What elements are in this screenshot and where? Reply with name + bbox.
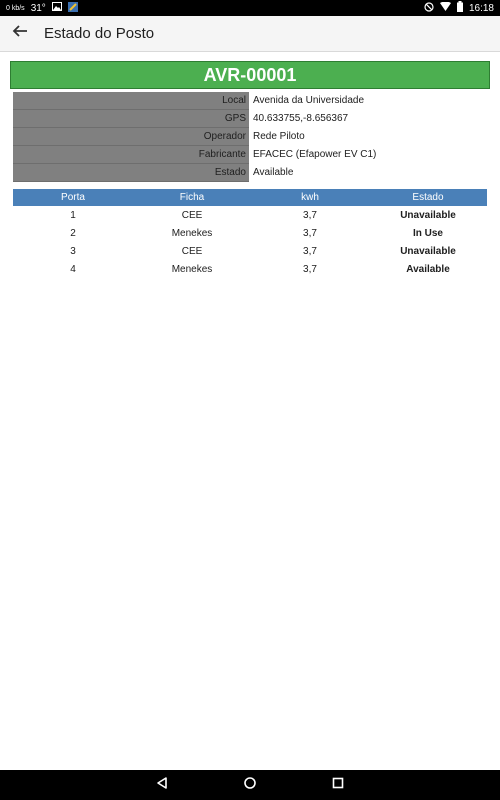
app-notification-icon bbox=[67, 1, 78, 15]
back-arrow-icon bbox=[12, 23, 28, 44]
info-row-estado: Estado Available bbox=[13, 164, 488, 182]
port-kwh: 3,7 bbox=[303, 263, 317, 275]
battery-icon bbox=[456, 1, 463, 15]
image-notification-icon bbox=[51, 2, 62, 14]
clock: 16:18 bbox=[468, 2, 494, 14]
column-header-porta: Porta bbox=[13, 189, 133, 206]
table-row: 4 Menekes 3,7 Available bbox=[13, 260, 487, 278]
nav-recents-button[interactable] bbox=[326, 773, 350, 797]
triangle-back-icon bbox=[155, 776, 169, 795]
info-row-fabricante: Fabricante EFACEC (Efapower EV C1) bbox=[13, 146, 488, 164]
circle-home-icon bbox=[243, 776, 257, 795]
page-title: Estado do Posto bbox=[44, 25, 155, 42]
port-status: In Use bbox=[412, 227, 443, 239]
ports-table: Porta Ficha kwh Estado 1 CEE 3,7 Unavail… bbox=[13, 189, 487, 278]
info-label: Operador bbox=[13, 128, 249, 146]
port-number: 3 bbox=[70, 245, 76, 257]
nav-home-button[interactable] bbox=[238, 773, 262, 797]
port-kwh: 3,7 bbox=[303, 209, 317, 221]
table-row: 2 Menekes 3,7 In Use bbox=[13, 224, 487, 242]
app-screen: 0 kb/s 31° 16:18 Estado do Posto AVR-000… bbox=[0, 0, 500, 800]
port-status: Unavailable bbox=[400, 245, 456, 257]
nav-back-button[interactable] bbox=[150, 773, 174, 797]
app-bar: Estado do Posto bbox=[0, 16, 500, 52]
info-value: Available bbox=[253, 167, 294, 178]
port-kwh: 3,7 bbox=[303, 227, 317, 239]
port-status: Unavailable bbox=[400, 209, 456, 221]
info-label: Fabricante bbox=[13, 146, 249, 164]
info-row-local: Local Avenida da Universidade bbox=[13, 92, 488, 110]
ports-header-row: Porta Ficha kwh Estado bbox=[13, 189, 487, 206]
network-speed: 0 kb/s bbox=[6, 4, 25, 12]
square-recents-icon bbox=[331, 776, 345, 795]
wifi-icon bbox=[439, 1, 451, 14]
info-row-gps: GPS 40.633755,-8.656367 bbox=[13, 110, 488, 128]
port-plug: Menekes bbox=[171, 263, 213, 275]
table-row: 1 CEE 3,7 Unavailable bbox=[13, 206, 487, 224]
station-id-header: AVR-00001 bbox=[10, 61, 490, 89]
system-navigation-bar bbox=[0, 770, 500, 800]
status-bar: 0 kb/s 31° 16:18 bbox=[0, 0, 500, 16]
port-number: 1 bbox=[70, 209, 76, 221]
info-label: GPS bbox=[13, 110, 249, 128]
station-info-table: Local Avenida da Universidade GPS 40.633… bbox=[13, 92, 488, 182]
temperature: 31° bbox=[30, 2, 46, 14]
back-button[interactable] bbox=[0, 16, 40, 52]
info-label: Local bbox=[13, 92, 249, 110]
info-label: Estado bbox=[13, 164, 249, 182]
port-plug: CEE bbox=[181, 209, 203, 221]
port-plug: Menekes bbox=[171, 227, 213, 239]
port-kwh: 3,7 bbox=[303, 245, 317, 257]
port-number: 2 bbox=[70, 227, 76, 239]
column-header-estado: Estado bbox=[369, 189, 487, 206]
info-value: Avenida da Universidade bbox=[253, 95, 365, 106]
info-value: 40.633755,-8.656367 bbox=[253, 113, 349, 124]
info-value: Rede Piloto bbox=[253, 131, 305, 142]
info-value: EFACEC (Efapower EV C1) bbox=[253, 149, 377, 160]
column-header-ficha: Ficha bbox=[133, 189, 251, 206]
column-header-kwh: kwh bbox=[251, 189, 369, 206]
port-plug: CEE bbox=[181, 245, 203, 257]
port-status: Available bbox=[406, 263, 450, 275]
info-row-operador: Operador Rede Piloto bbox=[13, 128, 488, 146]
table-row: 3 CEE 3,7 Unavailable bbox=[13, 242, 487, 260]
port-number: 4 bbox=[70, 263, 76, 275]
do-not-disturb-icon bbox=[424, 1, 434, 15]
